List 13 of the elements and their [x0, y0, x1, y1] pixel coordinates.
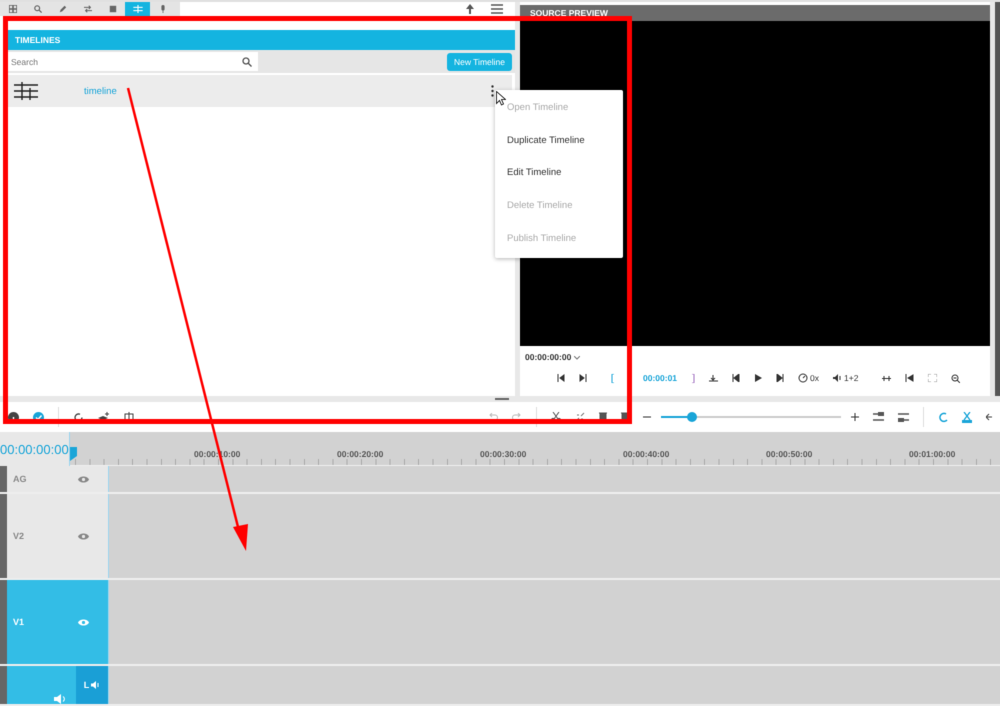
ruler-label: 00:00:50:00	[765, 449, 814, 459]
timeline-timecode: 00:00:00:00	[0, 432, 70, 466]
ruler-label: 00:00:30:00	[479, 449, 528, 459]
track-name: AG	[13, 474, 28, 484]
channel-label: L	[84, 680, 90, 690]
ruler-label: 00:00:40:00	[622, 449, 670, 459]
track-name: V2	[13, 531, 26, 541]
panel-header: TIMELINES	[5, 30, 515, 50]
panel-header: SOURCE PREVIEW	[520, 5, 990, 21]
current-time: 00:00:01	[643, 373, 678, 383]
ruler-label: 00:01:00:00	[908, 449, 956, 459]
track-name: V1	[13, 617, 26, 627]
ruler-label: 00:00:20:00	[336, 449, 384, 459]
